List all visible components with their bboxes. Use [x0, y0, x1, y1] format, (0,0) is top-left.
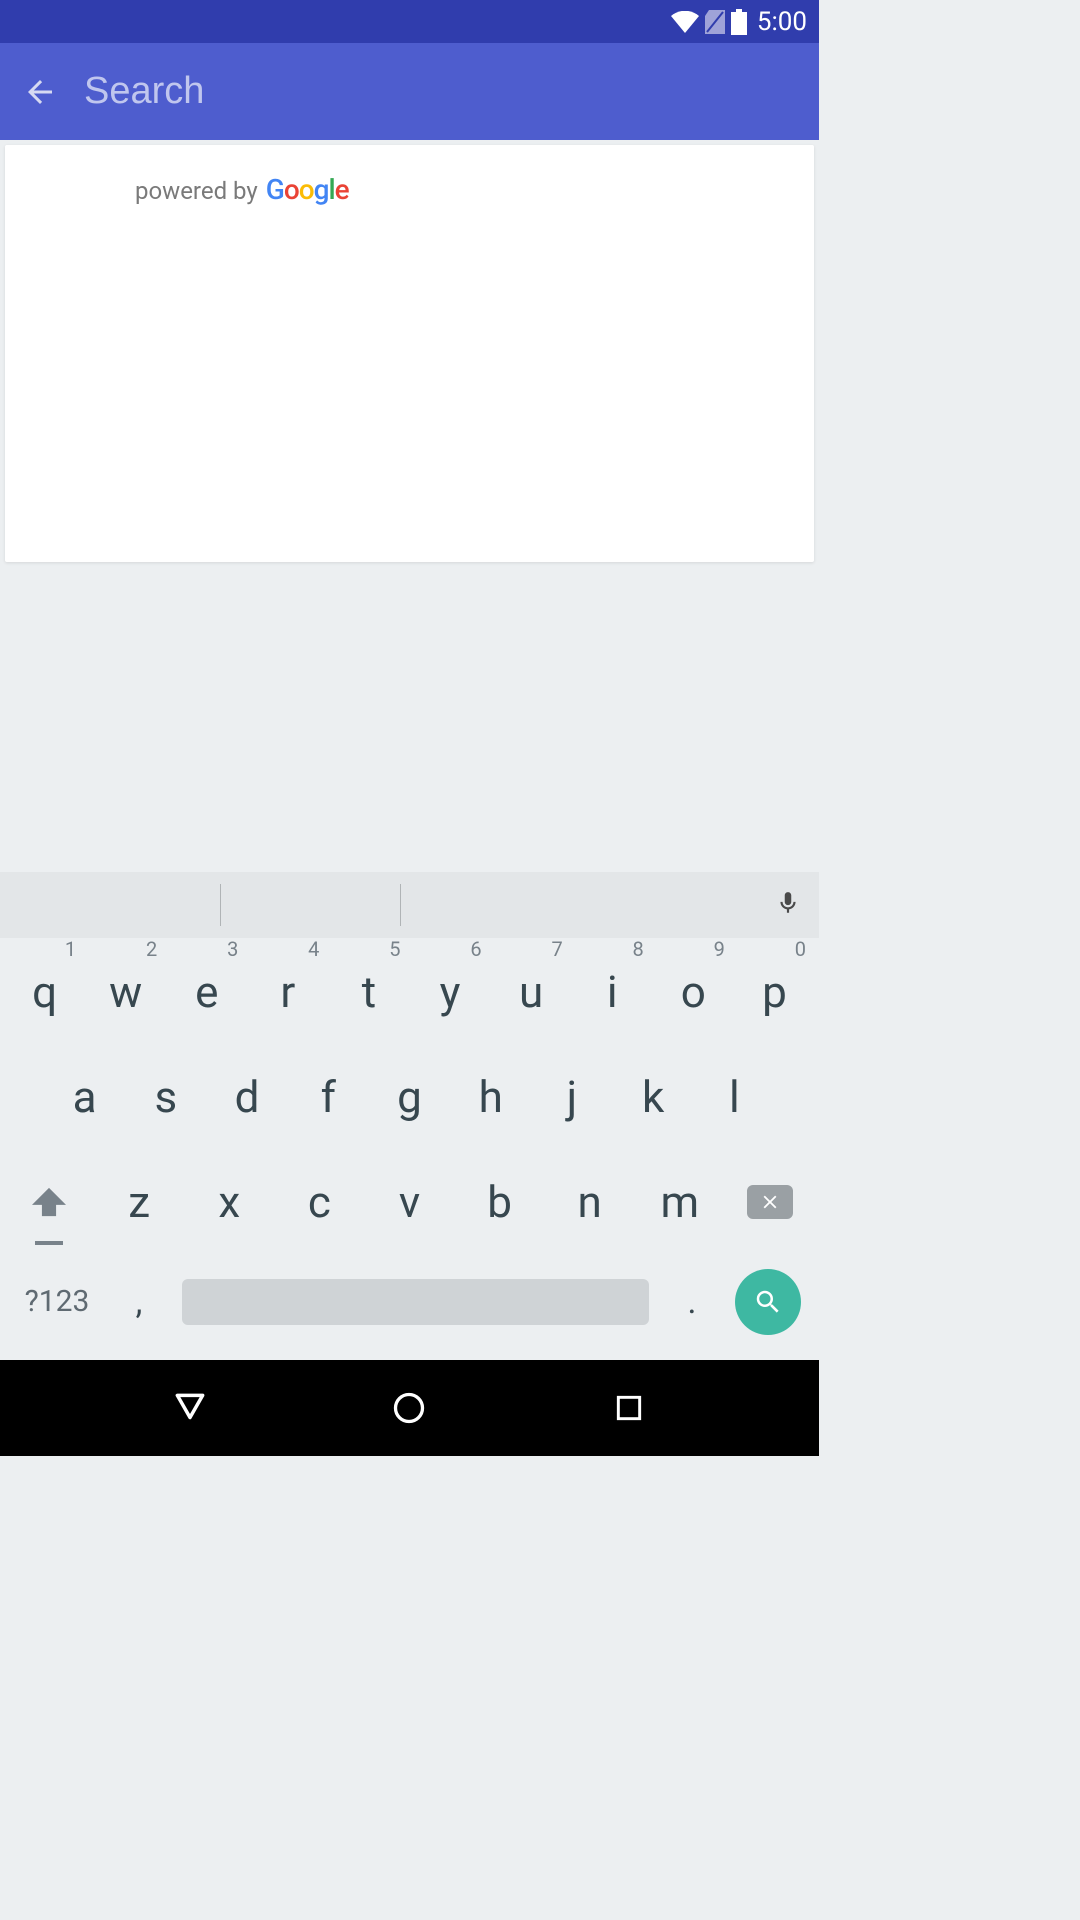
period-key[interactable]: .: [661, 1282, 723, 1322]
status-clock: 5:00: [757, 7, 807, 37]
key-hint: 8: [633, 937, 644, 961]
content-area: powered by Google: [0, 140, 819, 562]
nav-home-icon: [391, 1390, 427, 1426]
google-logo: Google: [266, 173, 349, 206]
microphone-icon: [775, 886, 801, 920]
key-hint: 5: [389, 937, 400, 961]
no-sim-icon: [705, 10, 725, 34]
powered-by-label: powered by: [135, 177, 258, 205]
key-hint: 4: [308, 937, 319, 961]
key-s[interactable]: s: [125, 1049, 206, 1144]
back-button[interactable]: [16, 68, 64, 116]
key-i[interactable]: i8: [572, 944, 653, 1039]
key-v[interactable]: v: [364, 1154, 454, 1249]
key-z[interactable]: z: [94, 1154, 184, 1249]
voice-input-button[interactable]: [775, 886, 801, 924]
suggestion-bar: [0, 872, 819, 938]
arrow-left-icon: [22, 74, 58, 110]
symbols-key[interactable]: ?123: [10, 1284, 104, 1319]
key-l[interactable]: l: [694, 1049, 775, 1144]
nav-back-icon: [171, 1389, 209, 1427]
status-bar: 5:00: [0, 0, 819, 43]
search-input[interactable]: [84, 70, 803, 113]
key-c[interactable]: c: [274, 1154, 364, 1249]
suggestion-separator: [220, 884, 221, 926]
key-hint: 1: [65, 937, 76, 961]
key-b[interactable]: b: [455, 1154, 545, 1249]
results-card: powered by Google: [5, 145, 814, 562]
navigation-bar: [0, 1360, 819, 1456]
key-m[interactable]: m: [635, 1154, 725, 1249]
key-w[interactable]: w2: [85, 944, 166, 1039]
key-r[interactable]: r4: [247, 944, 328, 1039]
key-a[interactable]: a: [44, 1049, 125, 1144]
key-row-3-letters: zxcvbnm: [94, 1154, 725, 1249]
key-hint: 9: [714, 937, 725, 961]
key-p[interactable]: p0: [734, 944, 815, 1039]
nav-home-button[interactable]: [379, 1378, 439, 1438]
key-row-1: q1w2e3r4t5y6u7i8o9p0: [4, 944, 815, 1039]
nav-back-button[interactable]: [160, 1378, 220, 1438]
key-o[interactable]: o9: [653, 944, 734, 1039]
key-row-2: asdfghjkl: [4, 1049, 815, 1144]
key-d[interactable]: d: [206, 1049, 287, 1144]
key-t[interactable]: t5: [328, 944, 409, 1039]
space-key[interactable]: [182, 1279, 649, 1325]
shift-key[interactable]: [4, 1154, 94, 1249]
nav-recents-icon: [613, 1392, 645, 1424]
nav-recents-button[interactable]: [599, 1378, 659, 1438]
key-e[interactable]: e3: [166, 944, 247, 1039]
key-hint: 3: [227, 937, 238, 961]
key-x[interactable]: x: [184, 1154, 274, 1249]
shift-icon: [32, 1187, 66, 1217]
search-icon: [753, 1287, 783, 1317]
battery-icon: [731, 9, 747, 35]
key-hint: 7: [551, 937, 562, 961]
key-row-3: zxcvbnm: [4, 1154, 815, 1249]
key-h[interactable]: h: [450, 1049, 531, 1144]
powered-by-row: powered by Google: [5, 173, 814, 206]
suggestion-separator: [400, 884, 401, 926]
wifi-icon: [671, 11, 699, 33]
search-action-key[interactable]: [735, 1269, 801, 1335]
key-q[interactable]: q1: [4, 944, 85, 1039]
key-u[interactable]: u7: [491, 944, 572, 1039]
backspace-key[interactable]: [725, 1154, 815, 1249]
key-hint: 2: [146, 937, 157, 961]
key-row-4: ?123 , .: [4, 1259, 815, 1344]
shift-underline: [35, 1241, 63, 1245]
key-y[interactable]: y6: [410, 944, 491, 1039]
soft-keyboard: q1w2e3r4t5y6u7i8o9p0 asdfghjkl zxcvbnm ?…: [0, 872, 819, 1360]
backspace-icon: [747, 1185, 793, 1219]
key-hint: 6: [470, 937, 481, 961]
key-g[interactable]: g: [369, 1049, 450, 1144]
key-j[interactable]: j: [531, 1049, 612, 1144]
key-area: q1w2e3r4t5y6u7i8o9p0 asdfghjkl zxcvbnm ?…: [0, 938, 819, 1360]
key-f[interactable]: f: [288, 1049, 369, 1144]
key-hint: 0: [795, 937, 806, 961]
key-n[interactable]: n: [545, 1154, 635, 1249]
comma-key[interactable]: ,: [108, 1282, 170, 1322]
app-bar: [0, 43, 819, 140]
key-k[interactable]: k: [613, 1049, 694, 1144]
